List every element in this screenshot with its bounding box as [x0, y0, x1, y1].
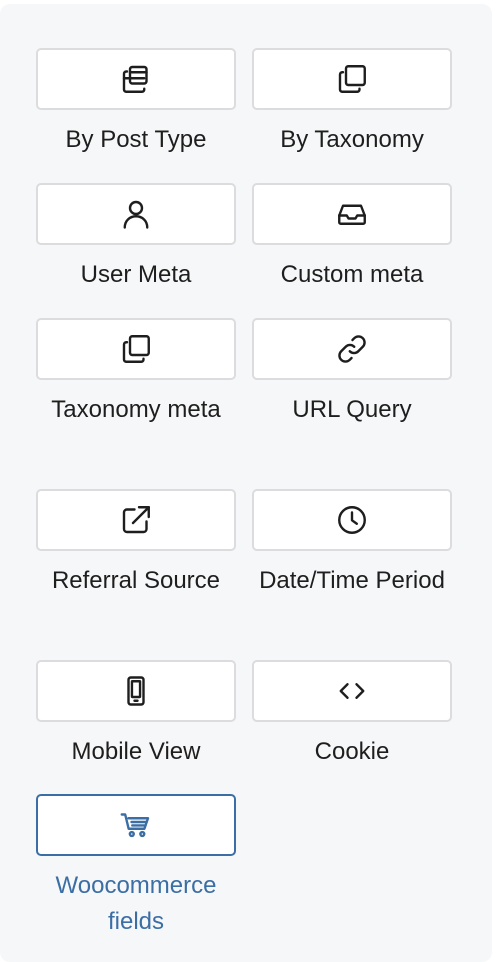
external-link-icon [122, 506, 150, 534]
rule-option-cookie[interactable]: Cookie [252, 660, 452, 770]
rule-option-taxonomy-meta[interactable]: Taxonomy meta [36, 318, 236, 428]
mobile-phone-icon [127, 676, 145, 706]
rule-option-by-post-type[interactable]: By Post Type [36, 48, 236, 158]
taxonomy-meta-button[interactable] [36, 318, 236, 380]
rule-option-by-taxonomy[interactable]: By Taxonomy [252, 48, 452, 158]
user-meta-label: User Meta [80, 261, 192, 288]
rule-type-panel: By Post Type By Taxonomy User Meta Custo… [0, 4, 492, 962]
rule-option-date-time-period[interactable]: Date/Time Period [252, 489, 452, 599]
by-taxonomy-label: By Taxonomy [280, 126, 424, 153]
mobile-view-label: Mobile View [71, 738, 201, 765]
clock-icon [338, 506, 366, 534]
date-time-period-button[interactable] [252, 489, 452, 551]
rule-option-referral-source[interactable]: Referral Source [36, 489, 236, 599]
stacked-windows-icon [122, 65, 148, 93]
woocommerce-fields-label: Woocommerce fields [55, 872, 217, 935]
by-post-type-button[interactable] [36, 48, 236, 110]
link-icon [338, 335, 366, 363]
url-query-button[interactable] [252, 318, 452, 380]
copy-squares-icon [122, 335, 150, 363]
shopping-cart-icon [120, 813, 150, 838]
rule-option-mobile-view[interactable]: Mobile View [36, 660, 236, 770]
by-taxonomy-button[interactable] [252, 48, 452, 110]
taxonomy-meta-label: Taxonomy meta [51, 396, 221, 423]
custom-meta-button[interactable] [252, 183, 452, 245]
user-meta-button[interactable] [36, 183, 236, 245]
code-brackets-icon [339, 683, 365, 699]
inbox-tray-icon [338, 204, 366, 225]
date-time-period-label: Date/Time Period [259, 567, 445, 594]
rule-option-custom-meta[interactable]: Custom meta [252, 183, 452, 293]
woocommerce-fields-button[interactable] [36, 794, 236, 856]
mobile-view-button[interactable] [36, 660, 236, 722]
user-icon [123, 200, 149, 229]
rule-option-user-meta[interactable]: User Meta [36, 183, 236, 293]
custom-meta-label: Custom meta [280, 261, 424, 288]
rule-option-url-query[interactable]: URL Query [252, 318, 452, 428]
url-query-label: URL Query [292, 396, 412, 423]
referral-source-label: Referral Source [51, 567, 221, 594]
cookie-label: Cookie [314, 738, 390, 765]
copy-squares-icon [338, 65, 366, 93]
rule-option-woocommerce-fields[interactable]: Woocommerce fields [36, 794, 236, 940]
cookie-button[interactable] [252, 660, 452, 722]
by-post-type-label: By Post Type [65, 126, 207, 153]
referral-source-button[interactable] [36, 489, 236, 551]
